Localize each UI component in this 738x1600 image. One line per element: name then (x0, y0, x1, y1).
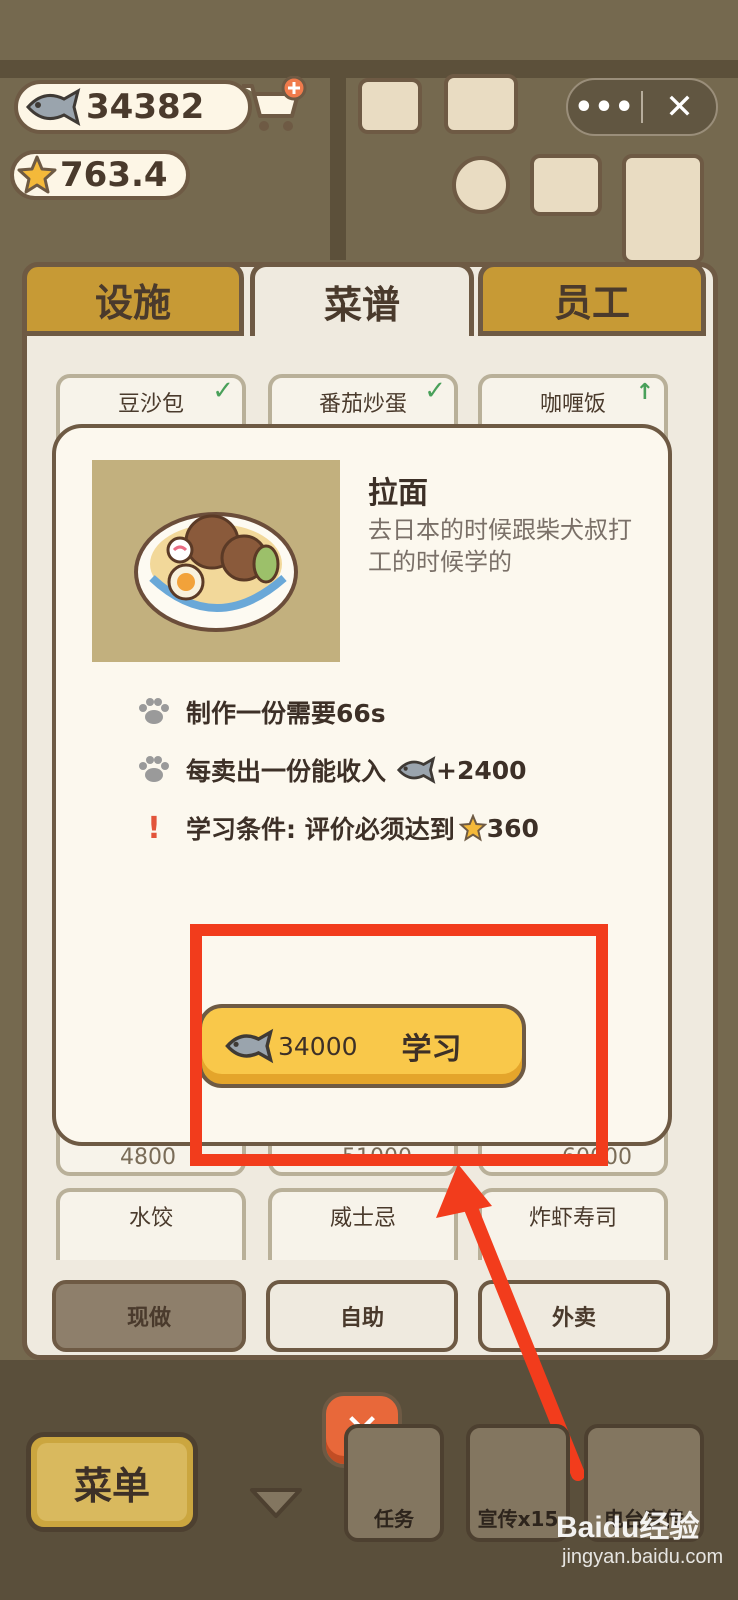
learn-condition-row: ! 学习条件: 评价必须达到 360 (132, 810, 539, 846)
baidu-watermark: Baidu经验 (556, 1511, 700, 1544)
dish-name: 威士忌 (329, 1206, 396, 1231)
tab-label: 菜谱 (323, 283, 400, 327)
tab-label: 设施 (94, 280, 171, 325)
shop-cart-button[interactable] (238, 75, 308, 136)
dish-title: 拉面 (368, 476, 428, 511)
paw-icon (132, 755, 176, 785)
star-amount: 763.4 (60, 155, 168, 195)
income-text: 每卖出一份能收入 (186, 757, 387, 786)
fish-icon (24, 85, 82, 129)
learn-condition-text: 学习条件: 评价必须达到 (186, 815, 455, 844)
tab-staff[interactable]: 员工 (478, 262, 706, 336)
newspaper-icon[interactable] (358, 78, 422, 134)
promotion-button[interactable]: 宣传x15 (466, 1424, 570, 1542)
required-rating: 360 (486, 813, 539, 843)
cook-time-row: 制作一份需要66s (132, 694, 386, 730)
tab-recipes[interactable]: 菜谱 (250, 262, 474, 336)
background-beam (0, 60, 738, 78)
annotation-highlight-box (190, 924, 608, 1166)
cook-time-text: 制作一份需要66s (186, 699, 386, 728)
baidu-watermark-url: jingyan.baidu.com (562, 1546, 724, 1568)
promotion-label: 宣传x15 (477, 1507, 559, 1531)
income-row: 每卖出一份能收入 +2400 (132, 752, 527, 788)
fish-icon (396, 754, 436, 786)
tab-label: 员工 (553, 280, 630, 325)
dish-price: 4800 (120, 1145, 176, 1170)
map-icon[interactable] (530, 154, 602, 216)
learned-check-icon: ✓ (212, 376, 234, 406)
dish-card[interactable]: 水饺 (56, 1188, 246, 1260)
upgrade-arrow-icon: ↑ (635, 380, 654, 405)
recipe-book-icon[interactable] (444, 74, 518, 134)
mode-tab-fresh[interactable]: 现做 (52, 1280, 246, 1352)
ramen-dish-image (92, 460, 340, 662)
settings-gear-icon[interactable] (452, 156, 510, 214)
dish-description: 去日本的时候跟柴犬叔打工的时候学的 (368, 516, 632, 576)
learned-check-icon: ✓ (424, 376, 446, 406)
mode-tab-label: 自助 (339, 1306, 384, 1331)
background-beam (330, 60, 346, 260)
fish-currency: 34382 (14, 80, 252, 134)
fish-amount: 34382 (86, 87, 205, 127)
chevron-down-icon[interactable] (248, 1486, 304, 1522)
star-icon (16, 154, 58, 196)
exclamation-icon: ! (147, 810, 161, 846)
more-options-button[interactable]: ••• (568, 90, 641, 125)
tasks-label: 任务 (374, 1507, 414, 1531)
miniprogram-capsule: ••• ✕ (566, 78, 718, 136)
star-rating: 763.4 (10, 150, 190, 200)
close-miniprogram-button[interactable]: ✕ (643, 87, 716, 127)
menu-label: 菜单 (37, 1443, 187, 1521)
menu-button[interactable]: 菜单 (26, 1432, 198, 1532)
income-value: +2400 (436, 755, 527, 785)
tasks-button[interactable]: 任务 (344, 1424, 444, 1542)
tab-facilities[interactable]: 设施 (22, 262, 244, 336)
mode-tab-label: 现做 (126, 1306, 171, 1331)
ranking-icon[interactable] (622, 154, 704, 264)
star-icon (458, 814, 487, 842)
paw-icon (132, 697, 176, 727)
dish-name: 水饺 (128, 1206, 173, 1231)
